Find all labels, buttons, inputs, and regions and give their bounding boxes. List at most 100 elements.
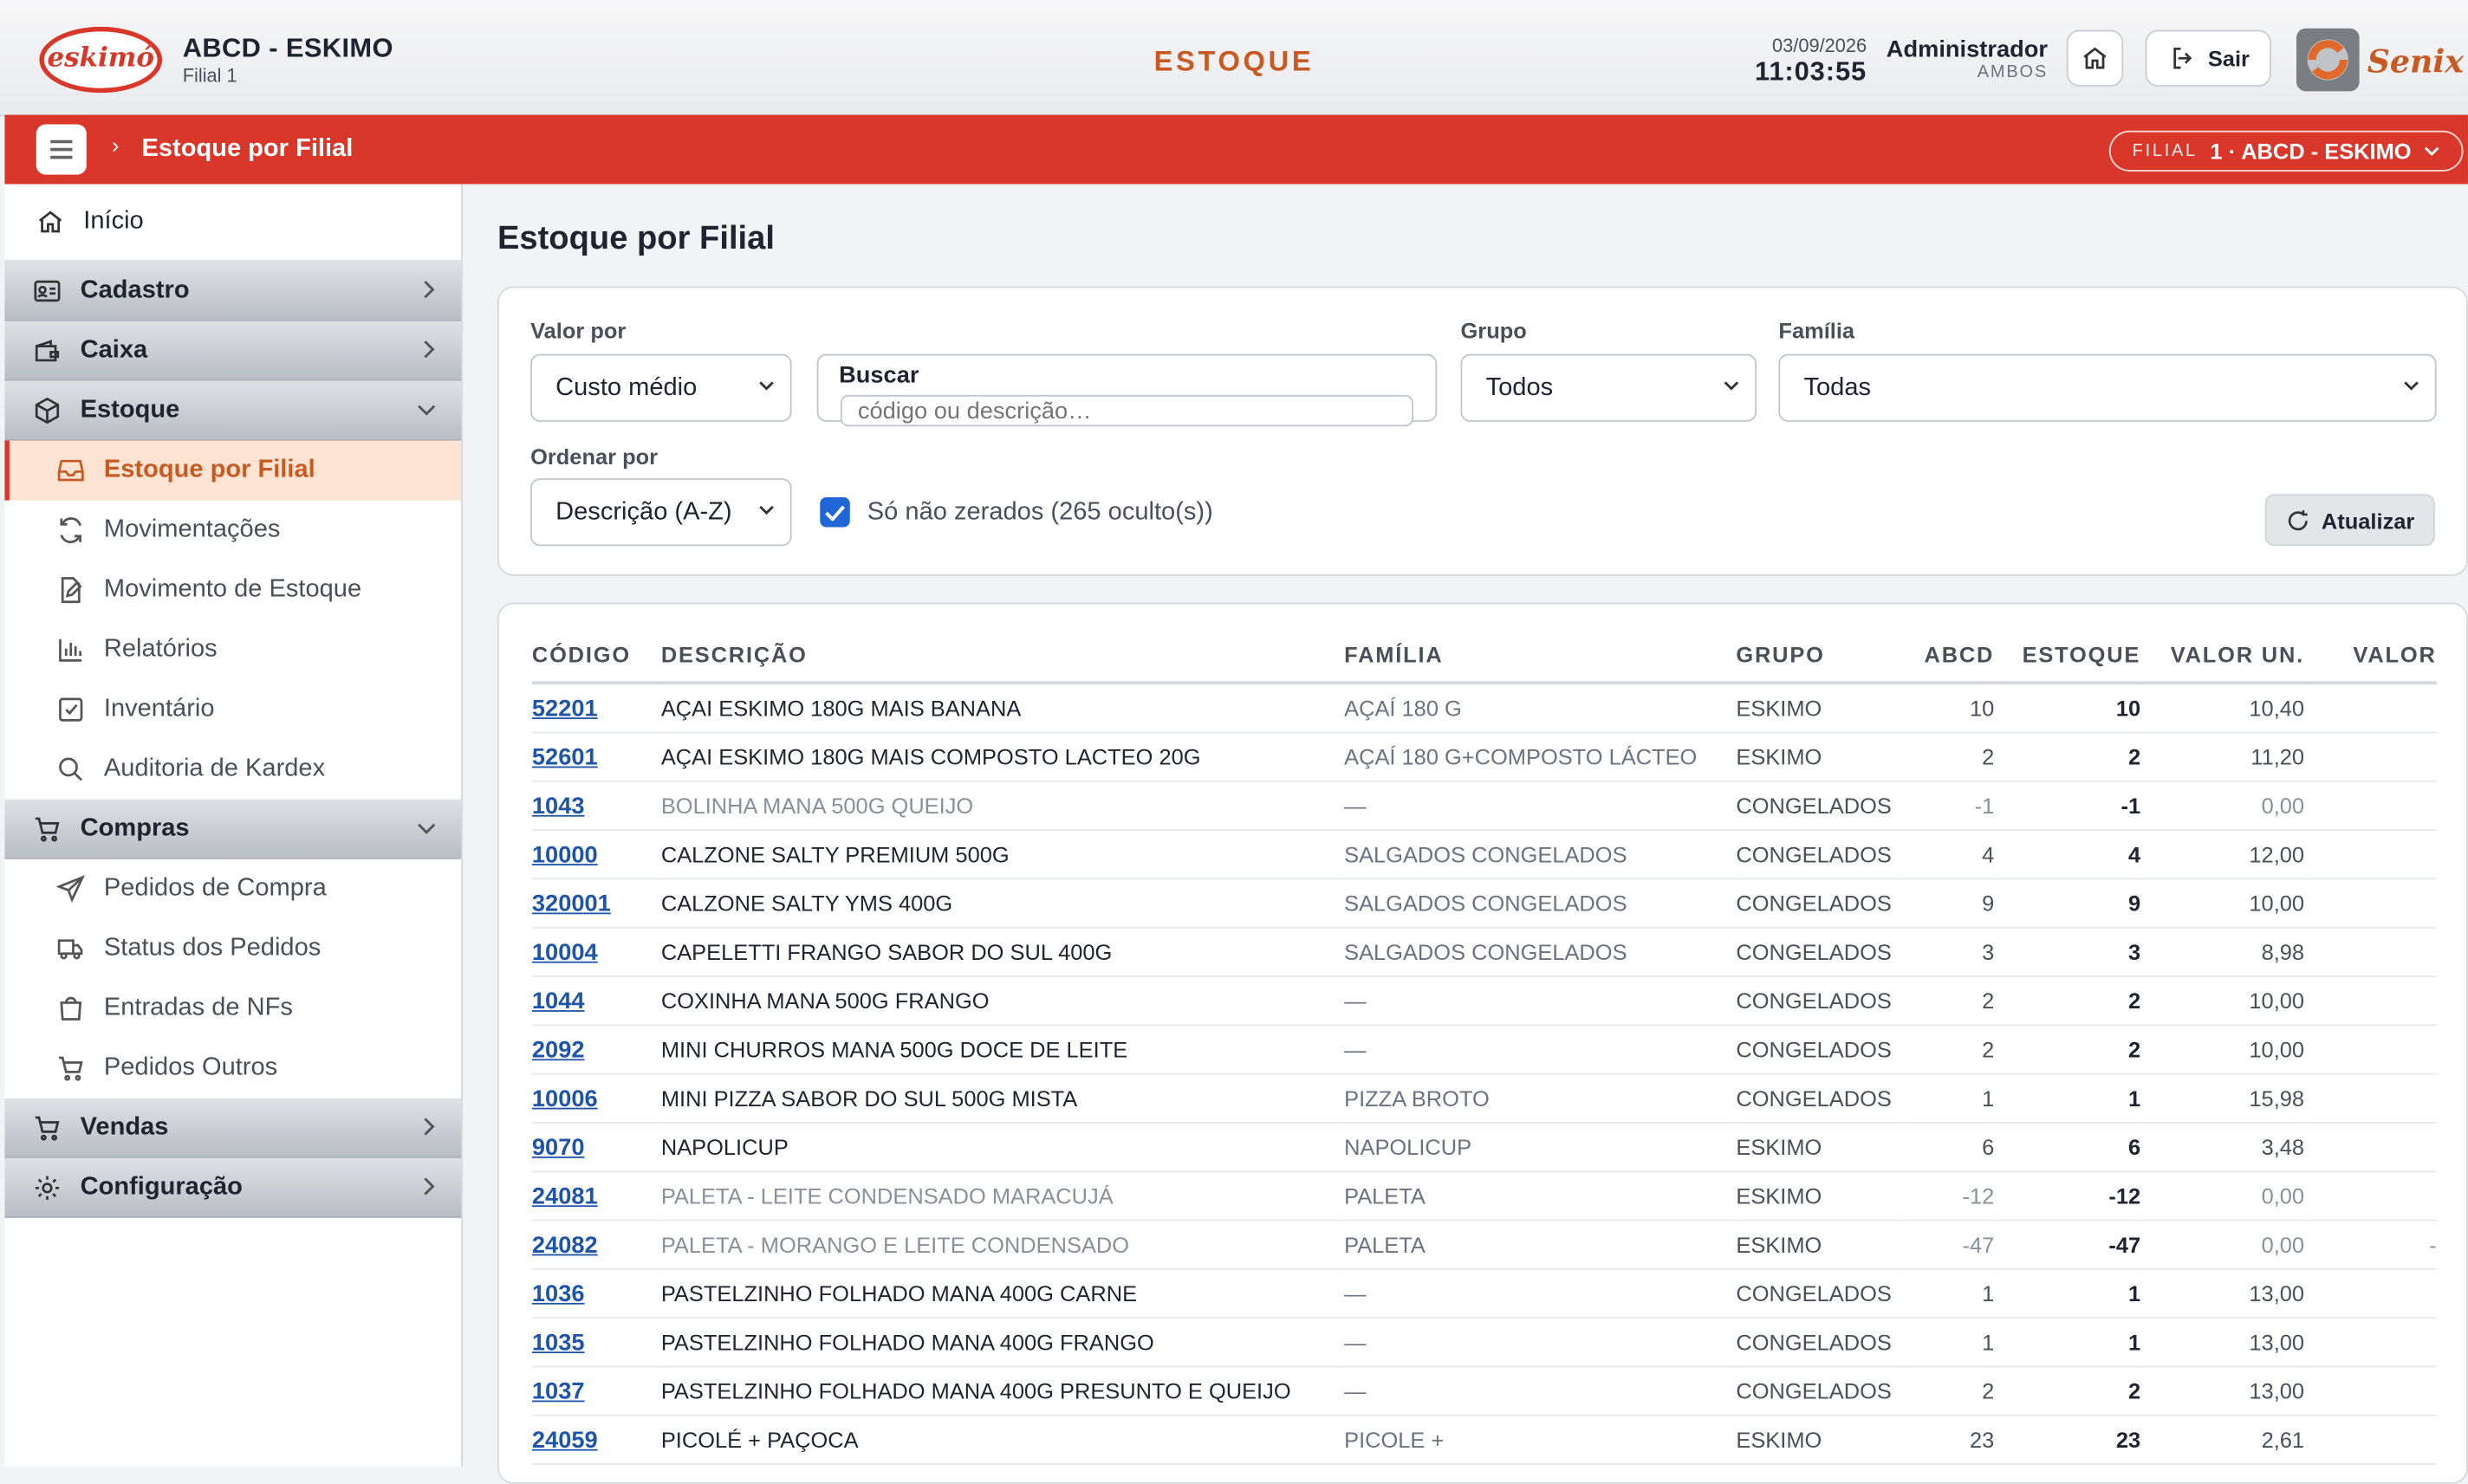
- table-row[interactable]: 2092 MINI CHURROS MANA 500G DOCE DE LEITE…: [531, 1025, 2437, 1075]
- hamburger-icon: [50, 139, 73, 159]
- product-code-link[interactable]: 10006: [532, 1085, 598, 1111]
- total-value: [2304, 781, 2437, 832]
- sidebar-group-configuracao[interactable]: Configuração: [4, 1157, 462, 1218]
- table-row[interactable]: 52601 AÇAI ESKIMO 180G MAIS COMPOSTO LACT…: [531, 732, 2437, 782]
- valor-por-select[interactable]: Custo médio: [530, 353, 792, 422]
- product-code-link[interactable]: 1037: [532, 1377, 585, 1404]
- table-row[interactable]: 10004 CAPELETTI FRANGO SABOR DO SUL 400G S…: [531, 927, 2437, 977]
- total-stock: 9: [1994, 878, 2141, 929]
- total-stock: 23: [1994, 1415, 2141, 1465]
- current-date: 03/09/2026: [1772, 34, 1867, 57]
- product-code-cell: 24081: [531, 1171, 661, 1222]
- product-family: —: [1344, 781, 1737, 832]
- product-code-link[interactable]: 1035: [532, 1329, 585, 1356]
- product-code-link[interactable]: 9070: [532, 1134, 585, 1161]
- chevron-down-icon: [1724, 381, 1739, 391]
- column-header[interactable]: FAMÍLIA: [1344, 627, 1737, 685]
- box-icon: [35, 396, 60, 424]
- unit-value: 13,00: [2140, 1366, 2305, 1416]
- sidebar-item-estoque-por-filial[interactable]: Estoque por Filial: [4, 440, 462, 501]
- product-description: PALETA - MORANGO E LEITE CONDENSADO: [660, 1220, 1345, 1270]
- sidebar-item-movimento-de-estoque[interactable]: Movimento de Estoque: [4, 561, 461, 620]
- table-row[interactable]: 1044 COXINHA MANA 500G FRANGO — CONGELADOS 2…: [531, 976, 2437, 1027]
- home-button[interactable]: [2066, 29, 2124, 87]
- sidebar-item-auditoria-de-kardex[interactable]: Auditoria de Kardex: [4, 740, 461, 800]
- sidebar-item-label: Inventário: [103, 695, 215, 723]
- product-code-link[interactable]: 2092: [532, 1036, 585, 1063]
- sidebar-item-home[interactable]: Início: [4, 185, 462, 262]
- table-row[interactable]: 1035 PASTELZINHO FOLHADO MANA 400G FRANGO…: [531, 1318, 2437, 1368]
- table-row[interactable]: 320001 CALZONE SALTY YMS 400G SALGADOS CON…: [531, 878, 2437, 929]
- exit-button[interactable]: Sair: [2145, 29, 2271, 87]
- table-row[interactable]: 24082 PALETA - MORANGO E LEITE CONDENSADO…: [531, 1220, 2437, 1270]
- sidebar-item-entradas-de-nfs[interactable]: Entradas de NFs: [4, 979, 461, 1039]
- product-code-link[interactable]: 10004: [532, 938, 598, 965]
- table-row[interactable]: 9070 NAPOLICUP NAPOLICUP ESKIMO 6 6 3,48: [531, 1122, 2437, 1173]
- sidebar-group-caixa[interactable]: Caixa: [4, 321, 462, 381]
- sidebar-group-vendas[interactable]: Vendas: [4, 1098, 462, 1158]
- table-row[interactable]: 24081 PALETA - LEITE CONDENSADO MARACUJÁ P…: [531, 1171, 2437, 1222]
- product-family: PALETA: [1344, 1220, 1737, 1270]
- familia-select[interactable]: Todas: [1778, 353, 2437, 422]
- product-code-link[interactable]: 1044: [532, 988, 585, 1014]
- product-code-link[interactable]: 24081: [532, 1183, 598, 1209]
- sidebar-item-pedidos-outros[interactable]: Pedidos Outros: [4, 1039, 461, 1098]
- table-row[interactable]: 52201 AÇAI ESKIMO 180G MAIS BANANA AÇAÍ 18…: [531, 683, 2437, 734]
- sidebar-group-cadastro[interactable]: Cadastro: [4, 261, 462, 321]
- column-header[interactable]: VALOR UN.: [2140, 627, 2305, 685]
- nonzero-checkbox[interactable]: [820, 496, 850, 528]
- table-row[interactable]: 1043 BOLINHA MANA 500G QUEIJO — CONGELADOS -…: [531, 781, 2437, 832]
- total-stock: 1: [1994, 1318, 2141, 1368]
- table-row[interactable]: 1036 PASTELZINHO FOLHADO MANA 400G CARNE —…: [531, 1268, 2437, 1319]
- sidebar-item-movimentacoes[interactable]: Movimentações: [4, 501, 461, 561]
- product-code-link[interactable]: 24082: [532, 1231, 598, 1258]
- sidebar-group-estoque[interactable]: Estoque: [4, 380, 462, 441]
- product-code-link[interactable]: 320001: [532, 890, 611, 917]
- product-code-link[interactable]: 10000: [532, 841, 598, 868]
- refresh-button[interactable]: Atualizar: [2264, 494, 2435, 547]
- product-code-link[interactable]: 52601: [532, 743, 598, 770]
- table-row[interactable]: 10006 MINI PIZZA SABOR DO SUL 500G MISTA P…: [531, 1073, 2437, 1124]
- column-header[interactable]: VALOR: [2304, 627, 2437, 685]
- product-code-cell: 24082: [531, 1220, 661, 1270]
- table-row[interactable]: 24059 PICOLÉ + PAÇOCA PICOLE + ESKIMO 23 23 2,…: [531, 1415, 2437, 1465]
- column-header[interactable]: ESTOQUE: [1994, 627, 2141, 685]
- checkbox-icon: [59, 697, 83, 722]
- branch-selector[interactable]: FILIAL 1 · ABCD - ESKIMO: [2108, 130, 2464, 172]
- product-family: —: [1344, 1366, 1737, 1416]
- id-card-icon: [34, 279, 61, 301]
- branch-stock: 1: [1902, 1268, 1995, 1319]
- table-row[interactable]: 1037 PASTELZINHO FOLHADO MANA 400G PRESUN…: [531, 1366, 2437, 1416]
- product-family: NAPOLICUP: [1344, 1122, 1737, 1173]
- grupo-select[interactable]: Todos: [1460, 353, 1757, 422]
- ordenar-select[interactable]: Descrição (A-Z): [530, 478, 792, 547]
- product-code-link[interactable]: 1036: [532, 1280, 585, 1307]
- product-code-link[interactable]: 52201: [532, 695, 598, 722]
- sidebar-item-inventario[interactable]: Inventário: [4, 680, 461, 740]
- search-input[interactable]: [840, 394, 1414, 427]
- product-code-cell: 1035: [531, 1318, 661, 1368]
- branch-stock: 23: [1902, 1415, 1995, 1465]
- table-row[interactable]: 10000 CALZONE SALTY PREMIUM 500G SALGADOS …: [531, 830, 2437, 880]
- product-group: ESKIMO: [1736, 732, 1903, 782]
- user-info: Administrador AMBOS: [1887, 36, 2048, 82]
- column-header[interactable]: DESCRIÇÃO: [660, 627, 1345, 685]
- sidebar-group-compras[interactable]: Compras: [4, 799, 462, 859]
- product-description: COXINHA MANA 500G FRANGO: [660, 976, 1345, 1027]
- sidebar-item-status-dos-pedidos[interactable]: Status dos Pedidos: [4, 919, 461, 979]
- valor-por-label: Valor por: [530, 317, 627, 343]
- product-code-link[interactable]: 1043: [532, 793, 585, 820]
- sidebar-item-relatorios[interactable]: Relatórios: [4, 620, 461, 680]
- menu-toggle-button[interactable]: [36, 124, 87, 175]
- product-family: —: [1344, 1318, 1737, 1368]
- home-icon: [2083, 47, 2107, 69]
- sidebar-item-pedidos-de-compra[interactable]: Pedidos de Compra: [4, 859, 461, 919]
- column-header[interactable]: GRUPO: [1736, 627, 1903, 685]
- column-header[interactable]: ABCD: [1902, 627, 1995, 685]
- column-header[interactable]: CÓDIGO: [531, 627, 661, 685]
- total-value: -: [2304, 1220, 2437, 1270]
- product-code-link[interactable]: 24059: [532, 1426, 598, 1453]
- product-code-cell: 1036: [531, 1268, 661, 1319]
- unit-value: 10,40: [2140, 683, 2305, 734]
- product-description: CALZONE SALTY YMS 400G: [660, 878, 1345, 929]
